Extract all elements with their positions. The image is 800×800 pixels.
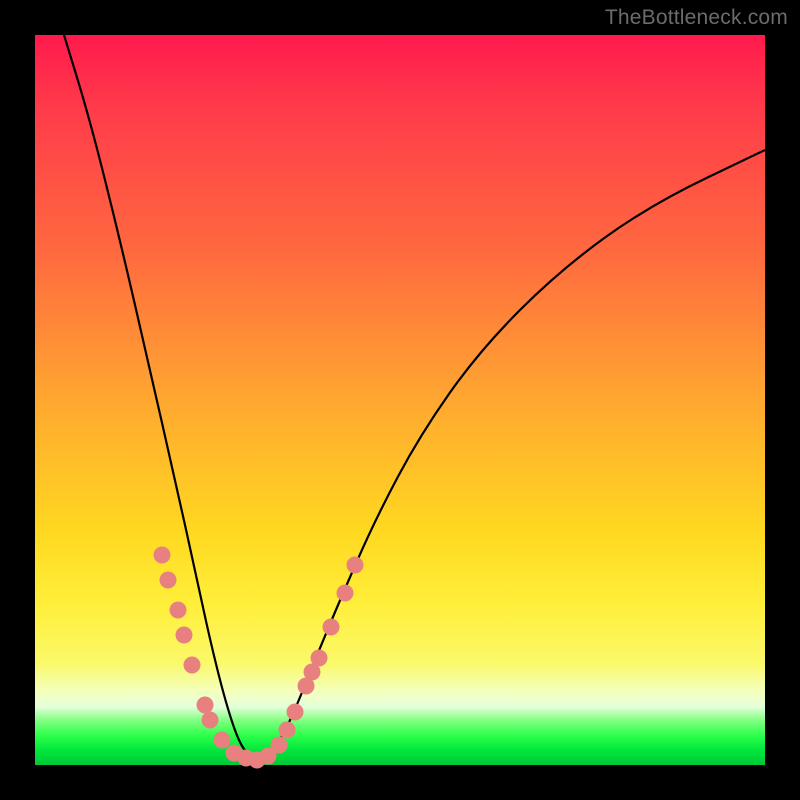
watermark-text: TheBottleneck.com [605,6,788,30]
chart-frame: TheBottleneck.com [0,0,800,800]
plot-area [35,35,765,765]
